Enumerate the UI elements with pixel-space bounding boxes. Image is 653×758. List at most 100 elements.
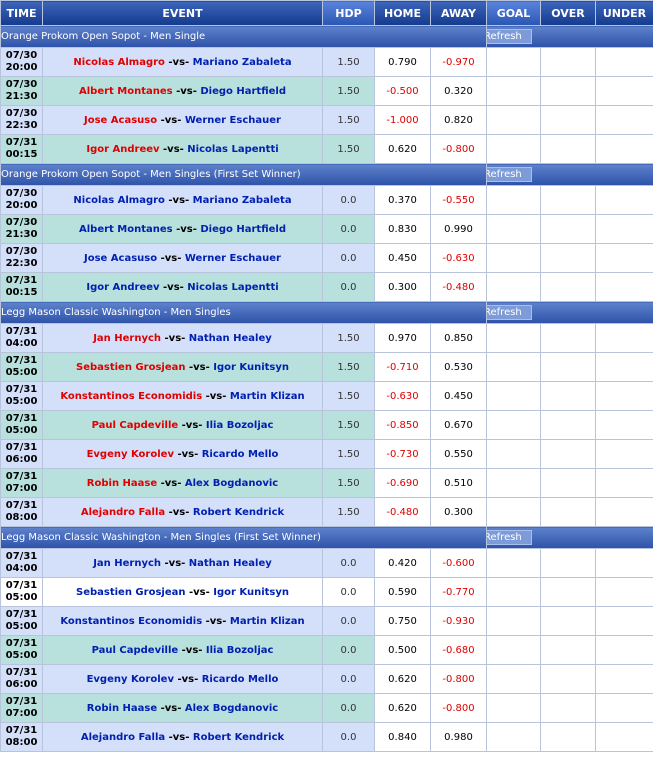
match-clock: 21:30 — [5, 91, 38, 102]
home-odds[interactable]: 0.370 — [374, 185, 431, 215]
home-odds[interactable]: 0.300 — [374, 272, 431, 302]
away-odds[interactable]: -0.800 — [430, 134, 487, 164]
home-player: Jan Hernych — [93, 557, 162, 569]
handicap-value: 0.0 — [322, 577, 375, 607]
away-player: Nicolas Lapentti — [187, 281, 279, 293]
home-player: Alejandro Falla — [80, 731, 166, 743]
over-cell — [540, 548, 596, 578]
home-odds[interactable]: 0.750 — [374, 606, 431, 636]
home-odds[interactable]: 0.620 — [374, 134, 431, 164]
refresh-cell: Refresh — [486, 301, 653, 324]
home-player: Sebastien Grosjean — [76, 586, 186, 598]
under-cell — [595, 664, 653, 694]
home-odds[interactable]: -0.630 — [374, 381, 431, 411]
match-date: 07/31 — [5, 275, 38, 286]
under-cell — [595, 47, 653, 77]
under-cell — [595, 134, 653, 164]
away-player: Robert Kendrick — [192, 506, 285, 518]
match-event: Konstantinos Economidis -vs- Martin Kliz… — [42, 381, 323, 411]
home-odds[interactable]: 0.840 — [374, 722, 431, 752]
refresh-button[interactable]: Refresh — [487, 530, 532, 545]
away-odds[interactable]: -0.550 — [430, 185, 487, 215]
away-odds[interactable]: 0.850 — [430, 323, 487, 353]
match-row: 07/31 07:00 Robin Haase -vs- Alex Bogdanov… — [0, 693, 653, 723]
away-odds[interactable]: 0.550 — [430, 439, 487, 469]
home-odds[interactable]: -0.850 — [374, 410, 431, 440]
home-player: Evgeny Korolev — [86, 673, 174, 685]
header-row: TIME EVENT HDP HOME AWAY GOAL OVER UNDER — [0, 0, 653, 26]
away-player: Igor Kunitsyn — [213, 361, 289, 373]
home-odds[interactable]: 0.970 — [374, 323, 431, 353]
refresh-button[interactable]: Refresh — [487, 29, 532, 44]
handicap-value: 0.0 — [322, 243, 375, 273]
away-odds[interactable]: 0.510 — [430, 468, 487, 498]
away-odds[interactable]: -0.680 — [430, 635, 487, 665]
refresh-button[interactable]: Refresh — [487, 167, 532, 182]
goal-cell — [486, 47, 541, 77]
match-event: Jan Hernych -vs- Nathan Healey — [42, 548, 323, 578]
under-cell — [595, 214, 653, 244]
home-odds[interactable]: 0.620 — [374, 693, 431, 723]
home-odds[interactable]: 0.590 — [374, 577, 431, 607]
away-odds[interactable]: 0.300 — [430, 497, 487, 527]
over-cell — [540, 76, 596, 106]
home-odds[interactable]: -0.480 — [374, 497, 431, 527]
match-time: 07/30 22:30 — [0, 243, 43, 273]
match-time: 07/31 07:00 — [0, 468, 43, 498]
match-time: 07/31 05:00 — [0, 381, 43, 411]
match-date: 07/31 — [5, 137, 38, 148]
away-player: Igor Kunitsyn — [213, 586, 289, 598]
away-odds[interactable]: -0.480 — [430, 272, 487, 302]
vs-separator: -vs- — [178, 419, 206, 431]
match-row: 07/31 08:00 Alejandro Falla -vs- Robert Ke… — [0, 722, 653, 752]
match-row: 07/30 21:30 Albert Montanes -vs- Diego Har… — [0, 214, 653, 244]
vs-separator: -vs- — [165, 731, 193, 743]
away-odds[interactable]: 0.980 — [430, 722, 487, 752]
match-row: 07/31 05:00 Sebastien Grosjean -vs- Igor K… — [0, 352, 653, 382]
home-odds[interactable]: -1.000 — [374, 105, 431, 135]
vs-separator: -vs- — [173, 448, 202, 460]
handicap-value: 0.0 — [322, 693, 375, 723]
away-odds[interactable]: -0.800 — [430, 664, 487, 694]
over-cell — [540, 47, 596, 77]
refresh-button[interactable]: Refresh — [487, 305, 532, 320]
away-odds[interactable]: 0.320 — [430, 76, 487, 106]
handicap-value: 1.50 — [322, 105, 375, 135]
away-odds[interactable]: -0.800 — [430, 693, 487, 723]
home-odds[interactable]: 0.450 — [374, 243, 431, 273]
away-player: Nathan Healey — [188, 557, 272, 569]
away-odds[interactable]: 0.530 — [430, 352, 487, 382]
vs-separator: -vs- — [161, 332, 189, 344]
home-odds[interactable]: 0.500 — [374, 635, 431, 665]
match-date: 07/31 — [5, 638, 38, 649]
goal-cell — [486, 352, 541, 382]
vs-separator: -vs- — [157, 114, 185, 126]
home-odds[interactable]: 0.830 — [374, 214, 431, 244]
away-odds[interactable]: -0.600 — [430, 548, 487, 578]
odds-table: TIME EVENT HDP HOME AWAY GOAL OVER UNDER… — [0, 0, 653, 752]
away-odds[interactable]: -0.930 — [430, 606, 487, 636]
home-odds[interactable]: -0.690 — [374, 468, 431, 498]
away-odds[interactable]: 0.450 — [430, 381, 487, 411]
away-odds[interactable]: 0.820 — [430, 105, 487, 135]
away-odds[interactable]: -0.970 — [430, 47, 487, 77]
match-clock: 04:00 — [5, 338, 38, 349]
handicap-value: 0.0 — [322, 606, 375, 636]
away-odds[interactable]: 0.670 — [430, 410, 487, 440]
home-odds[interactable]: -0.710 — [374, 352, 431, 382]
away-player: Werner Eschauer — [184, 114, 281, 126]
goal-cell — [486, 134, 541, 164]
home-odds[interactable]: 0.790 — [374, 47, 431, 77]
away-odds[interactable]: -0.770 — [430, 577, 487, 607]
goal-cell — [486, 635, 541, 665]
home-odds[interactable]: 0.420 — [374, 548, 431, 578]
home-odds[interactable]: 0.620 — [374, 664, 431, 694]
away-player: Nathan Healey — [188, 332, 272, 344]
goal-cell — [486, 693, 541, 723]
home-odds[interactable]: -0.500 — [374, 76, 431, 106]
section-header: Legg Mason Classic Washington - Men Sing… — [0, 301, 653, 324]
home-odds[interactable]: -0.730 — [374, 439, 431, 469]
away-odds[interactable]: 0.990 — [430, 214, 487, 244]
match-date: 07/31 — [5, 609, 38, 620]
away-odds[interactable]: -0.630 — [430, 243, 487, 273]
